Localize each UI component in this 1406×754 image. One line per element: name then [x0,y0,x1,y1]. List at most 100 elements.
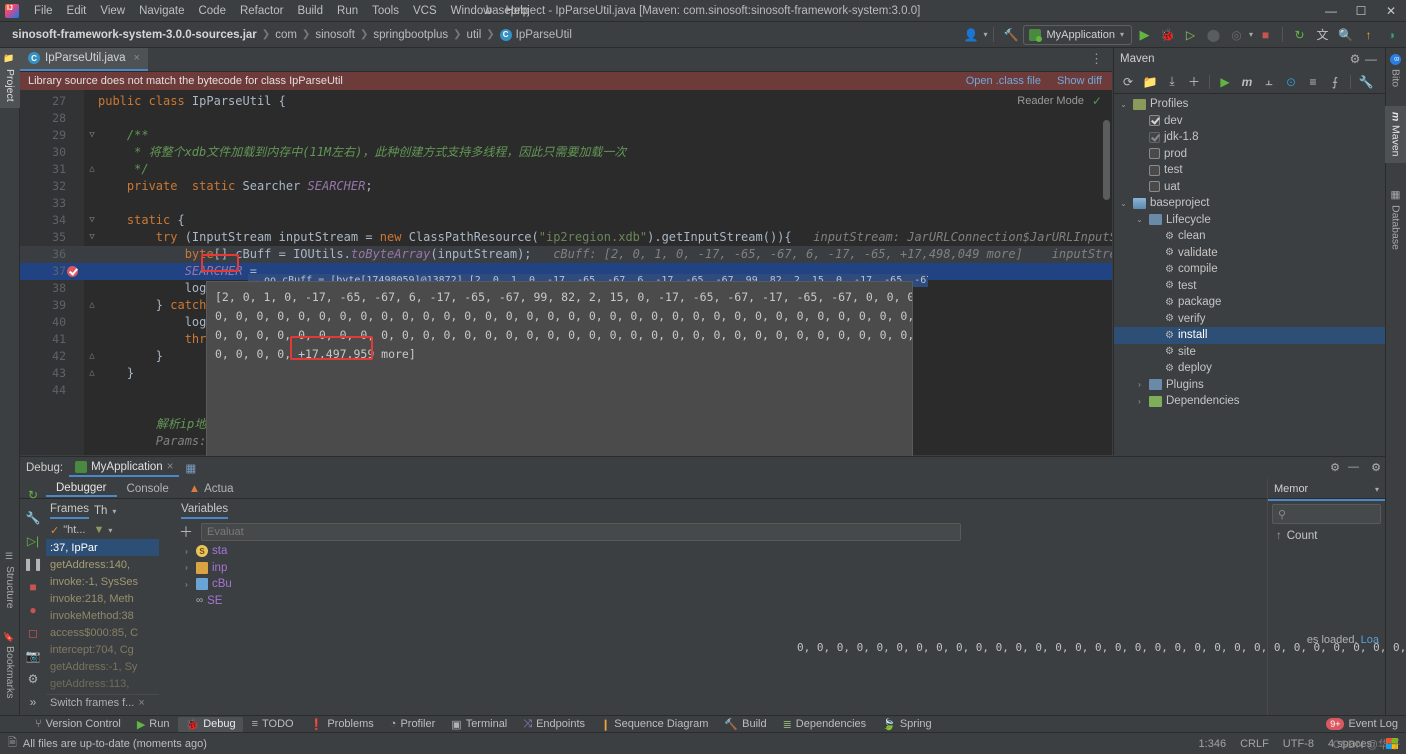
run-coverage-icon[interactable]: ▷ [1180,24,1201,45]
caret-position[interactable]: 1:346 [1199,738,1227,750]
tool-window-button-terminal[interactable]: ▣ Terminal [444,717,514,732]
tree-expand-arrow[interactable]: ⌄ [1118,199,1129,208]
notification-icon[interactable]: ↑ [1358,24,1379,45]
menu-item-tools[interactable]: Tools [365,3,406,19]
maven-tree-node-verify[interactable]: ⚙ verify [1114,311,1385,328]
filter-icon[interactable]: ▼ [93,524,104,536]
rerun-icon[interactable]: ↻ [25,487,41,503]
menu-item-refactor[interactable]: Refactor [233,3,290,19]
menu-item-edit[interactable]: Edit [60,3,94,19]
toggle-skip-tests-icon[interactable]: ⫠ [1259,72,1279,92]
profile-checkbox[interactable] [1149,148,1160,160]
variable-row[interactable]: › Ssta [177,543,1385,560]
update-icon[interactable]: ↻ [1289,24,1310,45]
run-icon[interactable]: ▶ [1134,24,1155,45]
tree-expand-arrow[interactable]: ⌄ [1118,100,1129,109]
tool-window-button-dependencies[interactable]: ≣ Dependencies [776,717,874,732]
profile-checkbox[interactable] [1149,131,1160,143]
sidebar-item-bookmarks[interactable]: 🔖 Bookmarks [0,625,20,705]
run-configuration-selector[interactable]: MyApplication ▾ [1023,24,1132,45]
sidebar-item-structure[interactable]: ☰ Structure [0,546,20,615]
menu-item-build[interactable]: Build [290,3,330,19]
show-dependencies-icon[interactable]: ≡ [1303,72,1323,92]
tab-debugger[interactable]: Debugger [46,481,117,497]
layout-settings-icon[interactable]: ▦ [185,461,196,475]
profile-checkbox[interactable] [1149,115,1160,127]
memory-tab-header[interactable]: Memor ▾ [1268,479,1385,501]
variable-row[interactable]: ∞ SE [177,593,1385,610]
tool-window-button-spring[interactable]: 🍃 Spring [875,717,939,732]
maven-tree-node-test[interactable]: test [1114,162,1385,179]
maven-tree-node-prod[interactable]: prod [1114,146,1385,163]
breadcrumb-item-class[interactable]: C IpParseUtil [496,28,576,42]
settings-wrench-icon[interactable]: 🔧 [1356,72,1376,92]
maven-tree-node-profiles[interactable]: ⌄ Profiles [1114,96,1385,113]
minimize-button[interactable]: — [1316,0,1346,22]
stop-icon[interactable]: ■ [25,579,41,595]
frame-row[interactable]: invokeMethod:38 [46,607,159,624]
collapse-all-icon[interactable]: ⨍ [1325,72,1345,92]
tool-window-button-sequence-diagram[interactable]: ❙ Sequence Diagram [594,717,715,732]
maven-tree-node-deploy[interactable]: ⚙ deploy [1114,360,1385,377]
maven-tree-node-site[interactable]: ⚙ site [1114,344,1385,361]
camera-icon[interactable]: 📷 [25,648,41,664]
maven-tree-node-test[interactable]: ⚙ test [1114,278,1385,295]
tool-window-button-endpoints[interactable]: ⤨ Endpoints [516,717,592,732]
expand-icon[interactable]: » [25,694,41,710]
memory-settings-icon[interactable]: ⚙ [1371,461,1381,474]
maven-tree[interactable]: ⌄ Profiles dev jdk-1.8 prod test uat ⌄ baseproje… [1114,94,1385,410]
memory-search-input[interactable]: ⚲ [1272,504,1381,524]
debug-session-tab[interactable]: MyApplication × [69,459,180,477]
frame-row[interactable]: intercept:704, Cg [46,641,159,658]
breakpoint-icon[interactable] [67,266,78,277]
maven-tree-node-install[interactable]: ⚙ install [1114,327,1385,344]
chevron-down-icon[interactable]: ▾ [983,30,987,39]
tool-window-button-build[interactable]: 🔨 Build [717,717,773,732]
search-icon[interactable]: 🔍 [1335,24,1356,45]
pause-program-icon[interactable]: ❚❚ [23,556,43,572]
gear-icon[interactable]: ⚙ [1330,461,1340,474]
load-classes-link[interactable]: Loa [1361,634,1379,646]
breadcrumb-item-sinosoft[interactable]: sinosoft [311,28,359,42]
chevron-down-icon[interactable]: ▾ [112,507,116,516]
execute-goal-icon[interactable]: m [1237,72,1257,92]
frame-row[interactable]: invoke:-1, SysSes [46,573,159,590]
profiler-icon[interactable]: ◎ [1226,24,1247,45]
maven-tree-node-baseproject[interactable]: ⌄ baseproject [1114,195,1385,212]
code-fold-icon[interactable]: ▽ [86,212,98,229]
file-encoding[interactable]: UTF-8 [1283,738,1314,750]
resume-program-icon[interactable]: ▷| [25,533,41,549]
tool-window-button-run[interactable]: ▶ Run [130,717,177,732]
gear-icon[interactable]: ⚙ [1347,51,1363,67]
profile-checkbox[interactable] [1149,164,1160,176]
breadcrumb-item-springbootplus[interactable]: springbootplus [369,28,452,42]
build-hammer-icon[interactable]: 🔨 [1000,24,1021,45]
close-icon[interactable]: × [167,461,174,473]
close-button[interactable]: ✕ [1376,0,1406,22]
add-watch-icon[interactable]: ＋ [177,522,193,542]
tab-console[interactable]: Console [117,482,179,496]
tree-expand-arrow[interactable]: ⌄ [1134,215,1145,224]
debug-icon[interactable]: 🐞 [1157,24,1178,45]
chevron-down-icon[interactable]: ▾ [1375,485,1379,494]
tree-expand-arrow[interactable]: › [1134,397,1145,406]
maven-tree-node-dev[interactable]: dev [1114,113,1385,130]
code-fold-icon[interactable]: ▽ [86,229,98,246]
event-log-button[interactable]: 9+ Event Log [1326,718,1398,730]
sidebar-item-project[interactable]: 📁 Project [0,48,20,108]
threads-header-label[interactable]: Th [94,505,107,517]
toggle-offline-icon[interactable]: ⊙ [1281,72,1301,92]
variable-row[interactable]: › inp [177,560,1385,577]
breadcrumb-item-jar[interactable]: sinosoft-framework-system-3.0.0-sources.… [8,28,261,42]
code-fold-icon[interactable]: △ [86,348,98,365]
frames-header-label[interactable]: Frames [50,503,89,519]
show-diff-link[interactable]: Show diff [1057,75,1102,87]
maven-tree-node-clean[interactable]: ⚙ clean [1114,228,1385,245]
maven-tree-node-package[interactable]: ⚙ package [1114,294,1385,311]
hide-panel-icon[interactable]: — [1348,461,1359,474]
breadcrumb-item-com[interactable]: com [271,28,301,42]
editor-options-icon[interactable]: ⋮ [1090,51,1112,71]
menu-item-file[interactable]: File [27,3,60,19]
code-fold-icon[interactable]: △ [86,365,98,382]
tool-window-button-todo[interactable]: ≡ TODO [245,717,301,731]
